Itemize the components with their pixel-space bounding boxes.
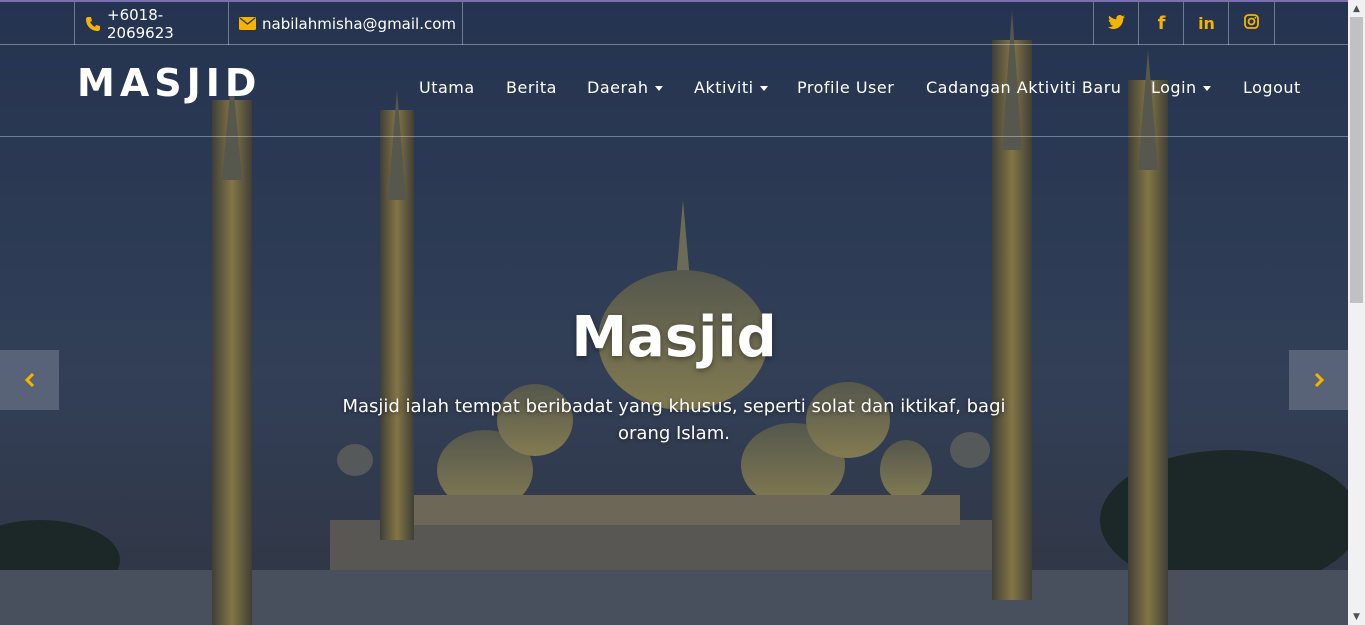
page-scrollbar[interactable]: ▲ ▼ [1348,0,1365,625]
main-navbar: MASJID Utama Berita Daerah Aktiviti Prof… [0,45,1348,137]
brand-logo[interactable]: MASJID [77,61,261,105]
nav-label: Logout [1243,78,1301,97]
scroll-up-arrow-icon[interactable]: ▲ [1348,0,1365,17]
nav-label: Utama [419,78,475,97]
nav-label: Profile User [797,78,895,97]
instagram-icon [1244,14,1259,33]
nav-item-cadangan-aktiviti-baru[interactable]: Cadangan Aktiviti Baru [926,78,1121,97]
nav-item-logout[interactable]: Logout [1243,78,1301,97]
nav-item-daerah[interactable]: Daerah [587,78,663,97]
nav-item-profile-user[interactable]: Profile User [797,78,894,97]
chevron-left-icon [24,368,36,393]
nav-label: Berita [506,78,557,97]
caret-down-icon [1202,86,1211,91]
phone-number: +6018-2069623 [107,5,174,42]
top-contact-bar: +6018-2069623 nabilahmisha@gmail.com f i… [0,0,1348,45]
phone-icon [85,16,101,32]
carousel-next-button[interactable] [1289,350,1348,410]
linkedin-icon: in [1198,14,1215,33]
nav-label: Daerah [587,78,649,97]
nav-label: Login [1151,78,1197,97]
instagram-link[interactable] [1228,2,1275,45]
scroll-down-arrow-icon[interactable]: ▼ [1348,608,1365,625]
hero-carousel: +6018-2069623 nabilahmisha@gmail.com f i… [0,0,1348,625]
email-address: nabilahmisha@gmail.com [262,14,457,33]
nav-item-aktiviti[interactable]: Aktiviti [694,78,768,97]
hero-description: Masjid ialah tempat beribadat yang khusu… [342,396,1006,444]
email-contact[interactable]: nabilahmisha@gmail.com [228,2,463,45]
caret-down-icon [654,86,663,91]
phone-contact[interactable]: +6018-2069623 [74,2,228,45]
linkedin-link[interactable]: in [1183,2,1229,45]
facebook-link[interactable]: f [1138,2,1184,45]
hero-title: Masjid [571,305,777,370]
nav-item-utama[interactable]: Utama [419,78,475,97]
nav-item-berita[interactable]: Berita [506,78,557,97]
twitter-link[interactable] [1093,2,1139,45]
caret-down-icon [759,86,768,91]
scrollbar-thumb[interactable] [1350,17,1363,303]
envelope-icon [239,17,256,30]
carousel-prev-button[interactable] [0,350,59,410]
nav-label: Aktiviti [694,78,754,97]
nav-label: Cadangan Aktiviti Baru [926,78,1122,97]
facebook-icon: f [1157,13,1166,34]
chevron-right-icon [1313,368,1325,393]
twitter-icon [1108,14,1125,33]
nav-item-login[interactable]: Login [1151,78,1211,97]
